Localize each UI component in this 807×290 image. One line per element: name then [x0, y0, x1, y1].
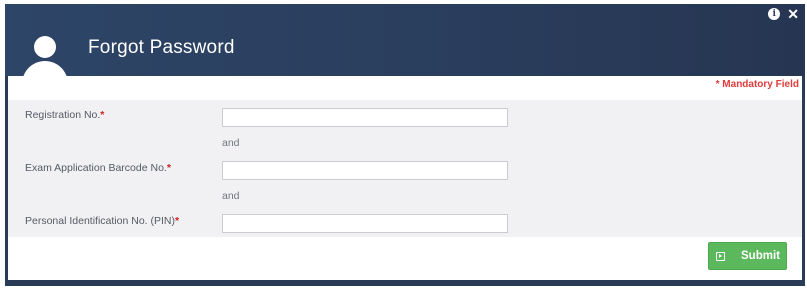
dialog-title: Forgot Password: [88, 37, 235, 58]
header-actions: i ✕: [768, 7, 799, 21]
user-avatar-icon: [19, 34, 71, 76]
and-separator-1: and: [222, 137, 240, 149]
mandatory-field-note: * Mandatory Field: [715, 79, 799, 90]
registration-no-input[interactable]: [222, 108, 508, 127]
mandatory-note-row: * Mandatory Field: [8, 76, 802, 100]
pin-input[interactable]: [222, 214, 508, 233]
required-mark: *: [100, 109, 105, 121]
submit-button[interactable]: Submit: [708, 242, 787, 270]
registration-no-label-text: Registration No.: [25, 109, 101, 121]
close-icon[interactable]: ✕: [787, 7, 799, 21]
barcode-no-label-text: Exam Application Barcode No.: [25, 162, 167, 174]
dialog-header: Forgot Password i ✕: [5, 4, 805, 76]
forgot-password-dialog: Forgot Password i ✕ * Mandatory Field Re…: [5, 4, 805, 286]
submit-label: Submit: [741, 250, 780, 262]
form-area: Registration No.* and Exam Application B…: [8, 100, 802, 237]
required-mark: *: [174, 215, 180, 227]
dialog-footer: Submit: [8, 237, 802, 280]
barcode-no-label: Exam Application Barcode No.*: [25, 162, 171, 174]
avatar-head: [34, 36, 56, 58]
pin-label-text: Personal Identification No. (PIN): [25, 215, 175, 227]
pin-label: Personal Identification No. (PIN)*: [25, 215, 179, 227]
avatar-body: [22, 61, 68, 76]
registration-no-label: Registration No.*: [25, 109, 104, 121]
info-icon[interactable]: i: [768, 8, 781, 20]
barcode-no-input[interactable]: [222, 161, 508, 180]
and-separator-2: and: [222, 190, 240, 202]
submit-arrow-icon: [716, 251, 725, 261]
required-mark: *: [166, 162, 171, 174]
